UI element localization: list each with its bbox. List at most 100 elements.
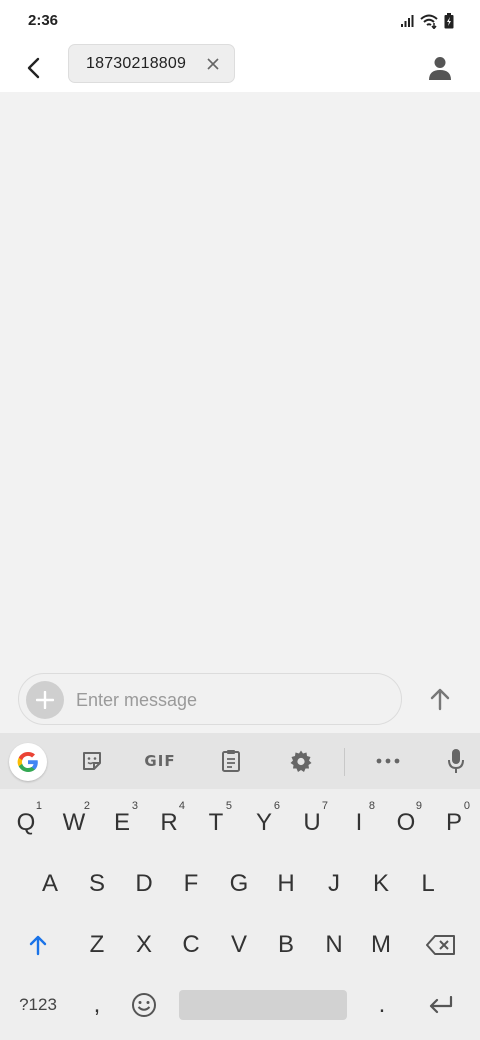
remove-recipient-button[interactable]: [204, 55, 222, 73]
key-label: Y: [255, 809, 272, 836]
key-hint: 7: [321, 800, 328, 812]
key-n[interactable]: N: [310, 919, 358, 971]
keyboard: GIF Q1 W2 E3 R4 T5 Y6 U7 I8 O9 P0 A S D …: [0, 733, 480, 1040]
key-hint: 2: [83, 800, 90, 812]
emoji-key[interactable]: [120, 979, 168, 1031]
sticker-button[interactable]: [72, 741, 112, 781]
google-button[interactable]: [9, 743, 47, 781]
key-t[interactable]: T5: [192, 797, 240, 849]
conversation-area: [0, 92, 480, 733]
person-icon: [429, 57, 451, 80]
key-label: R: [160, 809, 178, 836]
back-arrow-icon: [27, 57, 40, 79]
emoji-icon: [132, 993, 156, 1017]
key-j[interactable]: J: [310, 858, 358, 910]
key-o[interactable]: O9: [382, 797, 430, 849]
key-label: Q: [16, 809, 36, 836]
key-label: I: [355, 809, 363, 836]
status-bar: 2:36: [0, 0, 480, 44]
key-label: L: [421, 870, 435, 897]
battery-charging-icon: [444, 13, 454, 34]
key-s[interactable]: S: [73, 858, 121, 910]
key-l[interactable]: L: [404, 858, 452, 910]
gif-icon: GIF: [144, 752, 176, 770]
key-label: A: [41, 870, 58, 897]
more-button[interactable]: [368, 741, 408, 781]
period-key[interactable]: .: [358, 979, 406, 1031]
key-label: C: [182, 931, 200, 958]
key-m[interactable]: M: [357, 919, 405, 971]
key-r[interactable]: R4: [145, 797, 193, 849]
compose-field[interactable]: [18, 673, 402, 725]
more-icon: [376, 758, 400, 764]
send-button[interactable]: [420, 681, 460, 717]
clipboard-button[interactable]: [211, 741, 251, 781]
key-hint: 5: [225, 800, 232, 812]
key-w[interactable]: W2: [50, 797, 98, 849]
plus-icon: [36, 691, 54, 709]
key-label: M: [371, 931, 391, 958]
app-bar: 18730218809: [0, 44, 480, 92]
key-hint: 0: [463, 800, 470, 812]
key-label: F: [183, 870, 199, 897]
wifi-icon: [419, 13, 439, 34]
settings-button[interactable]: [281, 741, 321, 781]
key-x[interactable]: X: [120, 919, 168, 971]
key-e[interactable]: E3: [98, 797, 146, 849]
attach-button[interactable]: [26, 681, 64, 719]
send-arrow-up-icon: [430, 688, 450, 711]
key-b[interactable]: B: [262, 919, 310, 971]
key-i[interactable]: I8: [335, 797, 383, 849]
key-c[interactable]: C: [167, 919, 215, 971]
gif-button[interactable]: GIF: [140, 741, 180, 781]
key-z[interactable]: Z: [73, 919, 121, 971]
key-label: H: [277, 870, 295, 897]
enter-key[interactable]: [416, 979, 466, 1031]
key-y[interactable]: Y6: [240, 797, 288, 849]
key-label: O: [396, 809, 416, 836]
key-label: N: [325, 931, 343, 958]
voice-input-button[interactable]: [436, 741, 476, 781]
key-label: G: [229, 870, 249, 897]
key-label: X: [135, 931, 152, 958]
key-label: U: [303, 809, 321, 836]
key-a[interactable]: A: [26, 858, 74, 910]
settings-icon: [290, 750, 312, 772]
shift-key[interactable]: [14, 919, 62, 971]
key-label: Z: [89, 931, 105, 958]
enter-icon: [429, 996, 453, 1014]
recipient-number: 18730218809: [86, 54, 187, 72]
key-q[interactable]: Q1: [2, 797, 50, 849]
keyboard-toolbar: GIF: [0, 733, 480, 789]
key-hint: 6: [273, 800, 280, 812]
key-h[interactable]: H: [262, 858, 310, 910]
google-icon: [17, 752, 38, 772]
back-button[interactable]: [16, 48, 52, 88]
key-label: ,: [93, 991, 101, 1018]
key-v[interactable]: V: [215, 919, 263, 971]
signal-icon: [400, 14, 414, 33]
key-f[interactable]: F: [167, 858, 215, 910]
backspace-icon: [426, 935, 455, 955]
key-hint: 1: [35, 800, 42, 812]
symbols-key[interactable]: ?123: [10, 979, 66, 1031]
message-input[interactable]: [76, 684, 386, 716]
key-k[interactable]: K: [357, 858, 405, 910]
comma-key[interactable]: ,: [73, 979, 121, 1031]
recipient-chip[interactable]: 18730218809: [68, 44, 235, 83]
key-p[interactable]: P0: [430, 797, 478, 849]
key-label: ?123: [19, 995, 57, 1014]
key-label: E: [113, 809, 130, 836]
key-label: J: [328, 870, 340, 897]
key-g[interactable]: G: [215, 858, 263, 910]
status-icons: [400, 13, 454, 34]
key-d[interactable]: D: [120, 858, 168, 910]
microphone-icon: [448, 749, 464, 773]
spacebar[interactable]: [179, 990, 347, 1020]
backspace-key[interactable]: [416, 919, 466, 971]
key-label: .: [378, 991, 386, 1018]
key-u[interactable]: U7: [288, 797, 336, 849]
key-label: P: [445, 809, 462, 836]
contact-button[interactable]: [420, 48, 460, 88]
close-icon: [207, 58, 219, 70]
